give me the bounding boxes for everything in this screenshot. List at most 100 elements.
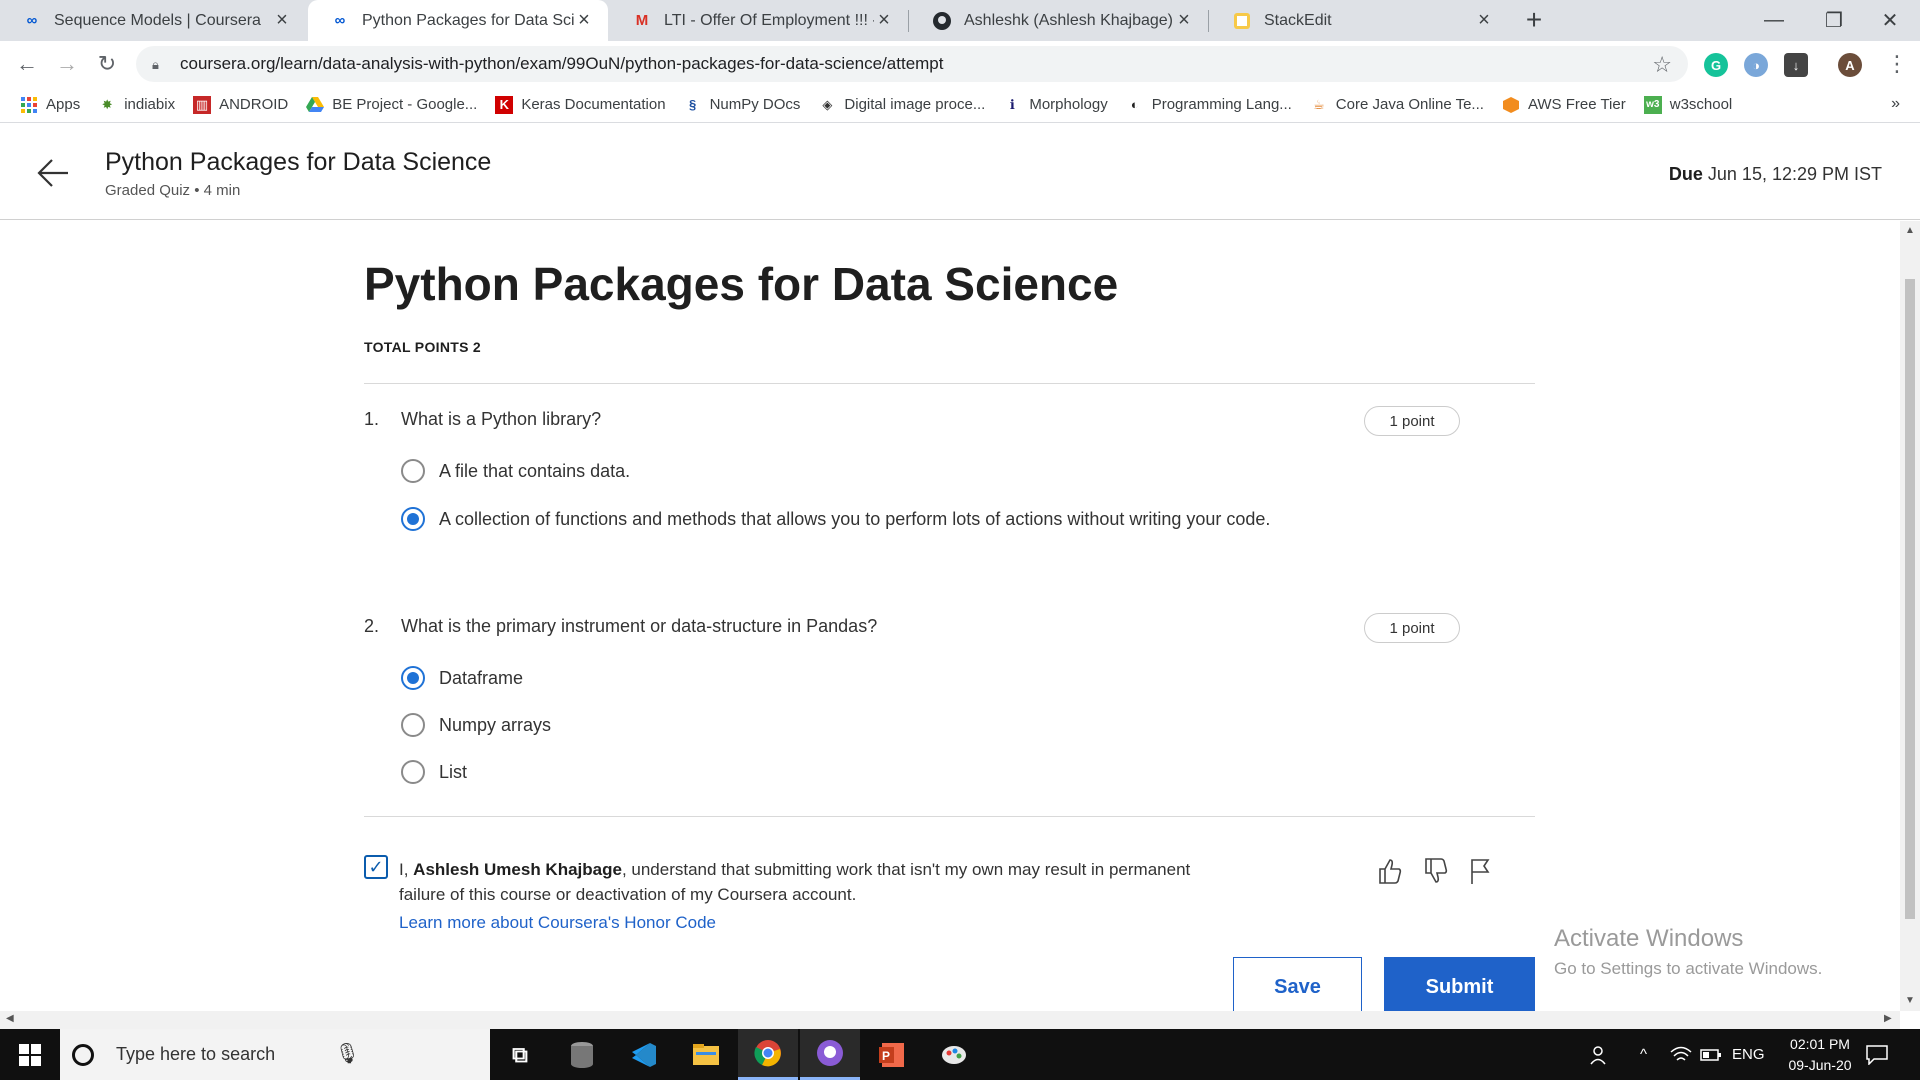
- thumbs-up-icon[interactable]: [1376, 857, 1404, 887]
- powerpoint-icon[interactable]: P: [862, 1029, 922, 1080]
- bookmark-label: NumPy DOcs: [709, 96, 801, 113]
- tab-python-packages[interactable]: ∞ Python Packages for Data Science ×: [308, 0, 608, 41]
- aws-cube-icon: [1502, 96, 1520, 114]
- question-number: 2.: [364, 616, 380, 636]
- close-icon[interactable]: ×: [574, 9, 594, 32]
- flag-icon[interactable]: [1466, 857, 1494, 887]
- thumbs-down-icon[interactable]: [1422, 857, 1450, 887]
- close-icon[interactable]: ×: [874, 9, 894, 32]
- people-icon[interactable]: [1590, 1029, 1612, 1080]
- close-icon[interactable]: ×: [1174, 9, 1194, 32]
- question-number: 1.: [364, 409, 380, 429]
- forward-icon[interactable]: →: [50, 47, 84, 81]
- answer-option[interactable]: A file that contains data.: [401, 459, 630, 483]
- bookmarks-overflow-icon[interactable]: »: [1891, 95, 1900, 113]
- points-badge: 1 point: [1364, 406, 1460, 436]
- w3school-icon: w3: [1643, 95, 1662, 114]
- browser-menu-icon[interactable]: ⋮: [1880, 47, 1914, 81]
- github-desktop-icon[interactable]: [800, 1029, 860, 1080]
- tab-github[interactable]: Ashleshk (Ashlesh Khajbage) ×: [910, 0, 1208, 41]
- tab-lti-offer[interactable]: M LTI - Offer Of Employment !!! - as ×: [610, 0, 908, 41]
- java-icon: ☕︎: [1312, 96, 1325, 112]
- vscode-icon[interactable]: [614, 1029, 674, 1080]
- windows-start-icon[interactable]: [0, 1029, 60, 1080]
- system-clock[interactable]: 02:01 PM 09-Jun-20: [1770, 1034, 1870, 1076]
- tab-title: StackEdit: [1264, 11, 1332, 29]
- radio-button-selected[interactable]: [401, 507, 425, 531]
- taskbar-search-box[interactable]: Type here to search 🎙︎: [60, 1029, 490, 1080]
- paint-app-icon[interactable]: [924, 1029, 984, 1080]
- bookmark-label: Programming Lang...: [1151, 96, 1292, 113]
- answer-option[interactable]: List: [401, 760, 467, 784]
- address-bar[interactable]: 🔒︎ coursera.org/learn/data-analysis-with…: [136, 46, 1688, 82]
- input-language[interactable]: ENG: [1732, 1029, 1765, 1080]
- scroll-left-icon[interactable]: ◀: [6, 1013, 14, 1024]
- due-label: Due: [1668, 164, 1703, 184]
- bookmark-morphology[interactable]: ℹ Morphology: [1003, 96, 1108, 114]
- answer-option[interactable]: Dataframe: [401, 666, 523, 690]
- tab-title: Sequence Models | Coursera: [54, 11, 261, 29]
- minimize-icon[interactable]: —: [1744, 0, 1804, 41]
- bookmark-programming-lang[interactable]: ◐ Programming Lang...: [1126, 96, 1292, 114]
- radio-button[interactable]: [401, 713, 425, 737]
- scroll-right-icon[interactable]: ▶: [1884, 1013, 1892, 1024]
- save-button[interactable]: Save: [1233, 957, 1362, 1011]
- url-text[interactable]: coursera.org/learn/data-analysis-with-py…: [180, 54, 944, 74]
- bookmark-label: w3school: [1669, 96, 1733, 113]
- task-view-icon[interactable]: ⧉: [490, 1029, 550, 1080]
- bookmark-star-icon[interactable]: ☆: [1652, 52, 1672, 78]
- radio-button[interactable]: [401, 459, 425, 483]
- divider: [364, 383, 1535, 384]
- answer-option[interactable]: A collection of functions and methods th…: [401, 507, 1270, 531]
- chrome-icon[interactable]: [738, 1029, 798, 1080]
- close-icon[interactable]: ×: [1474, 9, 1494, 32]
- bookmark-digital-image[interactable]: ◈ Digital image proce...: [818, 96, 985, 114]
- database-app-icon[interactable]: [552, 1029, 612, 1080]
- honor-code-link[interactable]: Learn more about Coursera's Honor Code: [399, 913, 716, 933]
- bookmark-w3school[interactable]: w3 w3school: [1643, 95, 1733, 114]
- tab-separator: [1208, 10, 1209, 32]
- scroll-down-icon[interactable]: ▼: [1905, 995, 1915, 1006]
- horizontal-scrollbar[interactable]: ◀ ▶: [0, 1011, 1900, 1029]
- bookmark-core-java[interactable]: ☕︎ Core Java Online Te...: [1310, 96, 1484, 114]
- bookmark-numpy[interactable]: § NumPy DOcs: [684, 96, 801, 114]
- grammarly-icon[interactable]: G: [1704, 53, 1728, 77]
- close-icon[interactable]: ×: [272, 9, 292, 32]
- bookmark-keras[interactable]: K Keras Documentation: [495, 95, 666, 114]
- submit-button[interactable]: Submit: [1384, 957, 1535, 1011]
- tab-stackedit[interactable]: StackEdit ×: [1210, 0, 1508, 41]
- bookmark-be-project[interactable]: BE Project - Google...: [306, 96, 477, 114]
- scrollbar-thumb[interactable]: [1905, 279, 1915, 919]
- bookmark-android[interactable]: ▥ ANDROID: [193, 95, 288, 114]
- extension-icon[interactable]: ◑: [1744, 53, 1768, 77]
- microphone-icon[interactable]: 🎙︎: [335, 1041, 360, 1066]
- file-explorer-icon[interactable]: [676, 1029, 736, 1080]
- new-tab-icon[interactable]: +: [1518, 4, 1550, 36]
- back-icon[interactable]: ←: [10, 47, 44, 81]
- honor-code-checkbox[interactable]: ✓: [364, 855, 388, 879]
- tab-sequence-models[interactable]: ∞ Sequence Models | Coursera ×: [0, 0, 306, 41]
- show-hidden-icons-chevron[interactable]: ^: [1640, 1029, 1647, 1080]
- bookmark-apps[interactable]: Apps: [20, 96, 80, 114]
- window-close-icon[interactable]: ✕: [1860, 0, 1920, 41]
- answer-option[interactable]: Numpy arrays: [401, 713, 551, 737]
- network-icon[interactable]: [1670, 1029, 1692, 1080]
- restore-icon[interactable]: ❐: [1804, 0, 1864, 41]
- notifications-icon[interactable]: [1866, 1029, 1888, 1080]
- download-extension-icon[interactable]: ↓: [1784, 53, 1808, 77]
- vertical-scrollbar[interactable]: ▲ ▼: [1900, 221, 1920, 1011]
- honor-code-statement: I, Ashlesh Umesh Khajbage, understand th…: [399, 860, 1191, 904]
- reload-icon[interactable]: ↻: [90, 47, 124, 81]
- bookmark-label: AWS Free Tier: [1527, 96, 1626, 113]
- diamond-icon: ◈: [822, 96, 833, 112]
- bookmark-aws[interactable]: AWS Free Tier: [1502, 96, 1626, 114]
- battery-icon[interactable]: [1700, 1029, 1722, 1080]
- profile-avatar[interactable]: A: [1838, 53, 1862, 77]
- scroll-up-icon[interactable]: ▲: [1905, 225, 1915, 236]
- due-date: Due Jun 15, 12:29 PM IST: [1669, 164, 1882, 185]
- radio-button[interactable]: [401, 760, 425, 784]
- radio-button-selected[interactable]: [401, 666, 425, 690]
- bookmark-indiabix[interactable]: ✸ indiabix: [98, 96, 175, 114]
- gmail-icon: M: [635, 12, 649, 29]
- back-arrow-icon[interactable]: [36, 158, 70, 194]
